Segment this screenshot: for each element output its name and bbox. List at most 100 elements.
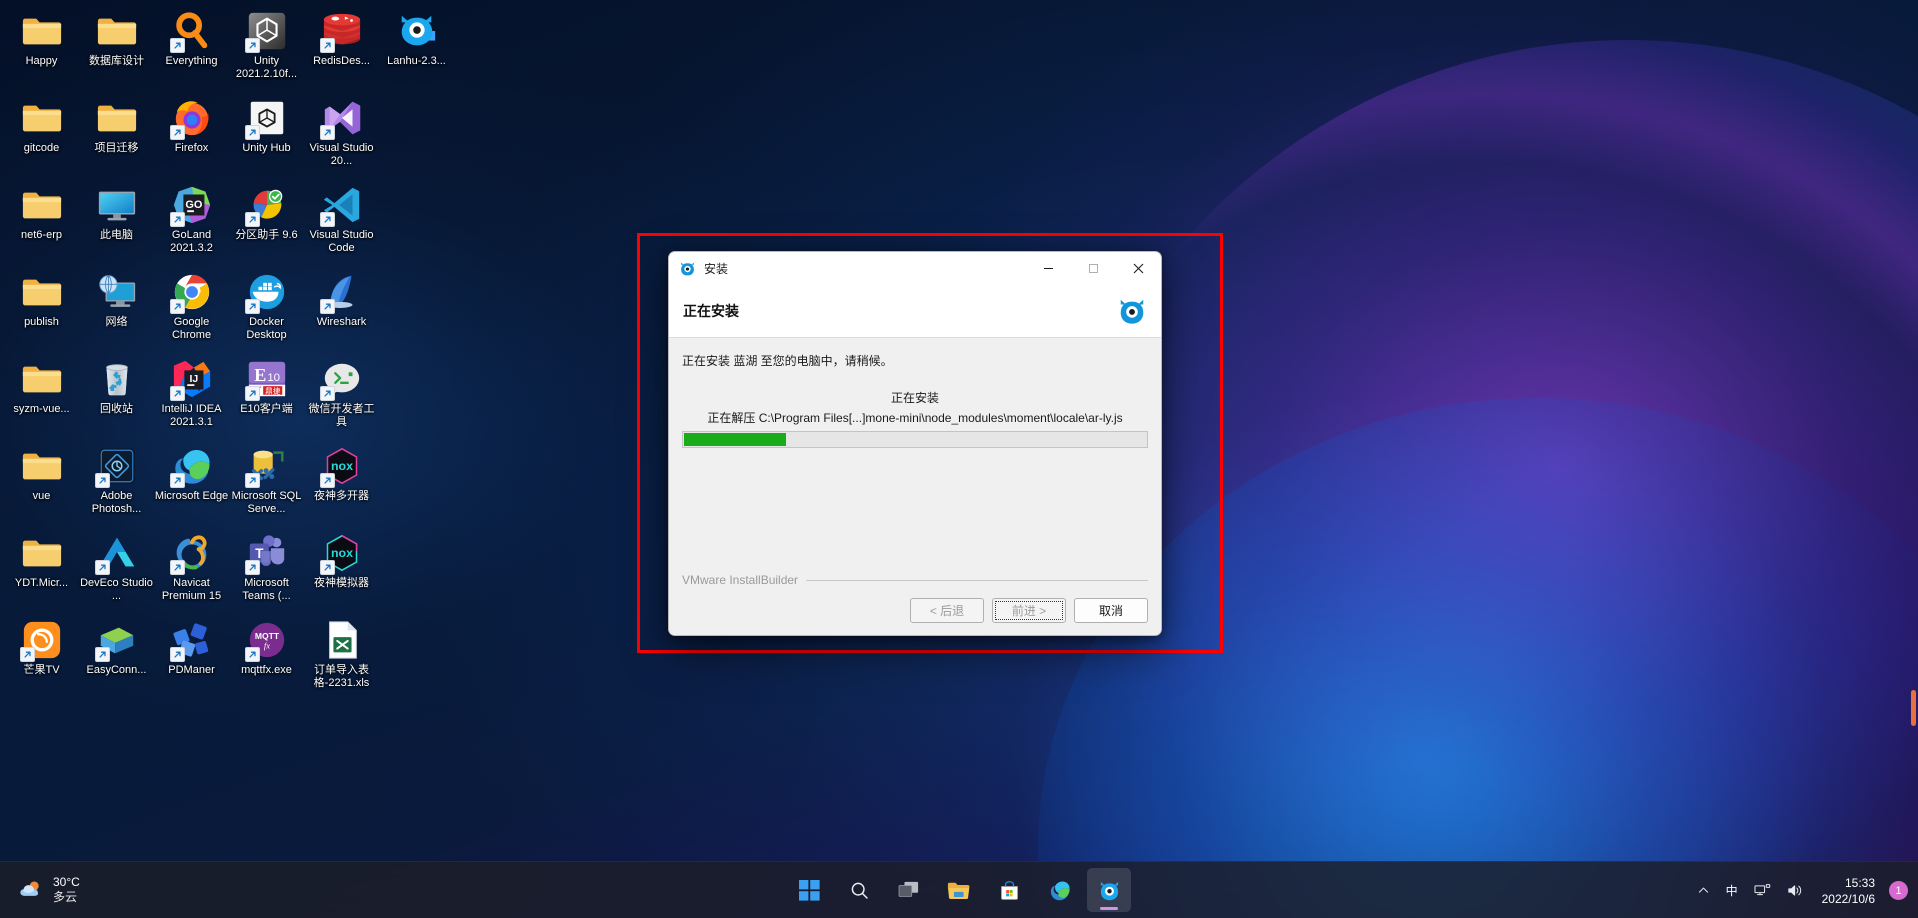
- desktop-icon-label: Everything: [165, 55, 218, 67]
- desktop-icon[interactable]: E 10 鼎捷 E10客户端: [229, 352, 304, 439]
- dialog-title-text: 安装: [704, 262, 729, 276]
- desktop-icon-label: Happy: [25, 55, 58, 67]
- desktop-icon[interactable]: GO GoLand 2021.3.2: [154, 178, 229, 265]
- notification-badge[interactable]: 1: [1889, 881, 1908, 900]
- file-explorer-button[interactable]: [937, 868, 981, 912]
- cancel-button[interactable]: 取消: [1074, 598, 1148, 623]
- clock-time: 15:33: [1844, 875, 1875, 890]
- desktop-icon[interactable]: MQTT fx mqttfx.exe: [229, 613, 304, 700]
- task-view-button[interactable]: [887, 868, 931, 912]
- folder-icon: [96, 97, 138, 139]
- folder-icon: [21, 532, 63, 574]
- dialog-header-title: 正在安装: [683, 303, 739, 319]
- desktop-icon-label: Docker Desktop: [246, 316, 287, 341]
- ime-indicator[interactable]: 中: [1718, 871, 1746, 911]
- desktop-icon[interactable]: Docker Desktop: [229, 265, 304, 352]
- desktop-icon[interactable]: net6-erp: [4, 178, 79, 265]
- desktop-icon[interactable]: Unity 2021.2.10f...: [229, 4, 304, 91]
- edge-button[interactable]: [1037, 868, 1081, 912]
- lanhu-installer-button[interactable]: [1087, 868, 1131, 912]
- everything-icon: [169, 10, 213, 53]
- desktop-icon[interactable]: Wireshark: [304, 265, 379, 352]
- minimize-button[interactable]: [1026, 252, 1071, 285]
- desktop-icon[interactable]: T Microsoft Teams (...: [229, 526, 304, 613]
- shortcut-arrow-icon: [169, 125, 185, 140]
- network-tray-icon[interactable]: [1746, 871, 1779, 911]
- edge-icon: [169, 445, 213, 488]
- desktop-icon-label: Navicat Premium 15: [161, 577, 222, 602]
- desktop-icon[interactable]: 微信开发者工具: [304, 352, 379, 439]
- desktop-icon[interactable]: 数据库设计: [79, 4, 154, 91]
- mqttfx-icon: MQTT fx: [244, 619, 288, 662]
- volume-icon[interactable]: [1779, 871, 1812, 911]
- redis-desktop-icon: [319, 10, 363, 53]
- desktop-icon[interactable]: PDManer: [154, 613, 229, 700]
- desktop-icon-label: Wireshark: [316, 316, 367, 328]
- shortcut-arrow-icon: [244, 560, 260, 575]
- tray-chevron-up-icon[interactable]: [1689, 871, 1718, 911]
- shortcut-arrow-icon: [319, 560, 335, 575]
- teams-icon: T: [244, 532, 288, 575]
- navicat-icon: [169, 532, 213, 575]
- desktop-icon[interactable]: 分区助手 9.6: [229, 178, 304, 265]
- start-button[interactable]: [787, 868, 831, 912]
- desktop-icon[interactable]: YDT.Micr...: [4, 526, 79, 613]
- desktop-icon[interactable]: Everything: [154, 4, 229, 91]
- desktop-icon[interactable]: 回收站: [79, 352, 154, 439]
- desktop-icon[interactable]: DevEco Studio ...: [79, 526, 154, 613]
- extract-path-line: 正在解压 C:\Program Files[...]mone-mini\node…: [707, 411, 1123, 425]
- dialog-titlebar[interactable]: 安装: [669, 252, 1161, 285]
- desktop-icon-label: vue: [32, 490, 51, 502]
- desktop-icon[interactable]: Visual Studio Code: [304, 178, 379, 265]
- microsoft-store-button[interactable]: [987, 868, 1031, 912]
- desktop-icon[interactable]: Adobe Photosh...: [79, 439, 154, 526]
- shortcut-arrow-icon: [169, 647, 185, 662]
- back-button[interactable]: < 后退: [910, 598, 984, 623]
- search-button[interactable]: [837, 868, 881, 912]
- desktop-icon[interactable]: publish: [4, 265, 79, 352]
- recycle-bin-icon: [96, 358, 138, 400]
- desktop-icon[interactable]: Unity Hub: [229, 91, 304, 178]
- desktop-icon[interactable]: IJ IntelliJ IDEA 2021.3.1: [154, 352, 229, 439]
- desktop-icon-label: 微信开发者工具: [308, 403, 375, 428]
- desktop-icon-label: Google Chrome: [171, 316, 212, 341]
- progress-bar: [682, 431, 1148, 448]
- desktop-icon[interactable]: Firefox: [154, 91, 229, 178]
- nox-player-icon: nox: [319, 532, 363, 575]
- clock-widget[interactable]: 15:33 2022/10/6: [1812, 871, 1883, 911]
- desktop-icon[interactable]: Microsoft SQL Serve...: [229, 439, 304, 526]
- desktop-icon[interactable]: 项目迁移: [79, 91, 154, 178]
- shortcut-arrow-icon: [244, 38, 260, 53]
- desktop-icon[interactable]: nox 夜神模拟器: [304, 526, 379, 613]
- shortcut-arrow-icon: [244, 299, 260, 314]
- desktop-icon-label: 芒果TV: [23, 664, 60, 676]
- desktop-icon[interactable]: 订单导入表格-2231.xls: [304, 613, 379, 700]
- desktop-icon[interactable]: 此电脑: [79, 178, 154, 265]
- desktop-icon[interactable]: EasyConn...: [79, 613, 154, 700]
- desktop-icon[interactable]: 网络: [79, 265, 154, 352]
- desktop-icon[interactable]: gitcode: [4, 91, 79, 178]
- desktop-icon[interactable]: Visual Studio 20...: [304, 91, 379, 178]
- desktop: Happy 数据库设计 Everything Unity 2021.2.10f.…: [0, 0, 1918, 918]
- shortcut-arrow-icon: [169, 473, 185, 488]
- desktop-icon[interactable]: RedisDes...: [304, 4, 379, 91]
- weather-widget[interactable]: 30°C 多云: [4, 868, 92, 912]
- desktop-icon-label: 网络: [105, 316, 128, 328]
- system-tray: 中 15:33 2022/10/6 1: [1689, 862, 1918, 918]
- shortcut-arrow-icon: [169, 299, 185, 314]
- desktop-icon[interactable]: Happy: [4, 4, 79, 91]
- firefox-icon: [169, 97, 213, 140]
- desktop-icon[interactable]: Lanhu-2.3...: [379, 4, 454, 91]
- desktop-icon-label: Adobe Photosh...: [91, 490, 142, 515]
- desktop-icon[interactable]: syzm-vue...: [4, 352, 79, 439]
- photoshop-icon: [94, 445, 138, 488]
- maximize-button[interactable]: [1071, 252, 1116, 285]
- next-button[interactable]: 前进 >: [992, 598, 1066, 623]
- desktop-icon[interactable]: nox 夜神多开器: [304, 439, 379, 526]
- desktop-icon[interactable]: 芒果TV: [4, 613, 79, 700]
- desktop-icon[interactable]: vue: [4, 439, 79, 526]
- desktop-icon[interactable]: Google Chrome: [154, 265, 229, 352]
- close-button[interactable]: [1116, 252, 1161, 285]
- desktop-icon[interactable]: Navicat Premium 15: [154, 526, 229, 613]
- desktop-icon[interactable]: Microsoft Edge: [154, 439, 229, 526]
